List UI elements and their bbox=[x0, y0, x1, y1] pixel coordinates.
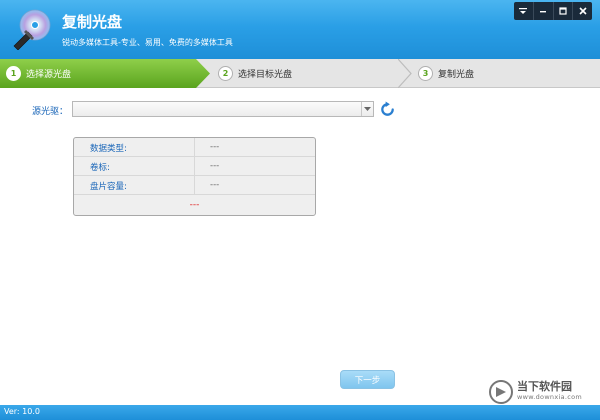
dropdown-arrow[interactable] bbox=[361, 102, 373, 116]
maximize-button[interactable] bbox=[554, 2, 574, 20]
status-bar: Ver: 10.0 bbox=[0, 405, 600, 420]
info-value: --- bbox=[210, 161, 220, 171]
watermark-url: www.downxia.com bbox=[517, 393, 583, 401]
wizard-steps: 1 选择源光盘 2 选择目标光盘 3 复制光盘 bbox=[0, 59, 600, 88]
cd-flashlight-logo-icon bbox=[13, 9, 51, 50]
info-row-data-type: 数据类型: --- bbox=[74, 138, 315, 157]
source-drive-label: 源光驱： bbox=[32, 107, 69, 117]
step-number: 1 bbox=[6, 66, 21, 81]
step-number: 3 bbox=[418, 66, 433, 81]
step-label: 选择目标光盘 bbox=[238, 70, 293, 80]
column-divider bbox=[194, 157, 195, 176]
info-row-capacity: 盘片容量: --- bbox=[74, 176, 315, 195]
info-value: --- bbox=[210, 180, 220, 190]
step-label: 复制光盘 bbox=[438, 70, 475, 80]
window-controls bbox=[514, 2, 592, 20]
minimize-icon bbox=[540, 11, 547, 13]
disc-info-panel: 数据类型: --- 卷标: --- 盘片容量: --- --- bbox=[73, 137, 316, 216]
column-divider bbox=[194, 138, 195, 157]
next-button[interactable]: 下一步 bbox=[340, 370, 395, 389]
step-copy-disc: 3 复制光盘 bbox=[412, 59, 600, 88]
chevron-down-icon bbox=[364, 107, 371, 111]
step-select-target: 2 选择目标光盘 bbox=[212, 59, 412, 88]
column-divider bbox=[194, 176, 195, 195]
info-key: 卷标: bbox=[90, 163, 110, 173]
step-select-source: 1 选择源光盘 bbox=[0, 59, 210, 88]
step-number: 2 bbox=[218, 66, 233, 81]
step-separator-icon bbox=[398, 59, 412, 88]
info-key: 数据类型: bbox=[90, 144, 127, 154]
version-label: Ver: 10.0 bbox=[4, 407, 40, 416]
close-button[interactable] bbox=[573, 2, 592, 20]
close-icon bbox=[579, 7, 587, 15]
info-row-volume-label: 卷标: --- bbox=[74, 157, 315, 176]
watermark-text: 当下软件园 bbox=[517, 380, 572, 393]
menu-button[interactable] bbox=[514, 2, 534, 20]
step-label: 选择源光盘 bbox=[26, 70, 72, 80]
disc-status: --- bbox=[189, 200, 200, 210]
info-value: --- bbox=[210, 142, 220, 152]
app-title: 复制光盘 bbox=[62, 13, 123, 31]
info-key: 盘片容量: bbox=[90, 182, 127, 192]
refresh-icon[interactable] bbox=[379, 101, 396, 118]
minimize-button[interactable] bbox=[534, 2, 554, 20]
app-subtitle: 锐动多媒体工具-专业、易用、免费的多媒体工具 bbox=[62, 38, 233, 47]
maximize-icon bbox=[559, 7, 567, 15]
watermark-logo-icon bbox=[489, 380, 513, 404]
menu-icon bbox=[519, 8, 528, 14]
source-drive-select[interactable] bbox=[72, 101, 374, 117]
title-bar: 复制光盘 锐动多媒体工具-专业、易用、免费的多媒体工具 bbox=[0, 0, 600, 59]
